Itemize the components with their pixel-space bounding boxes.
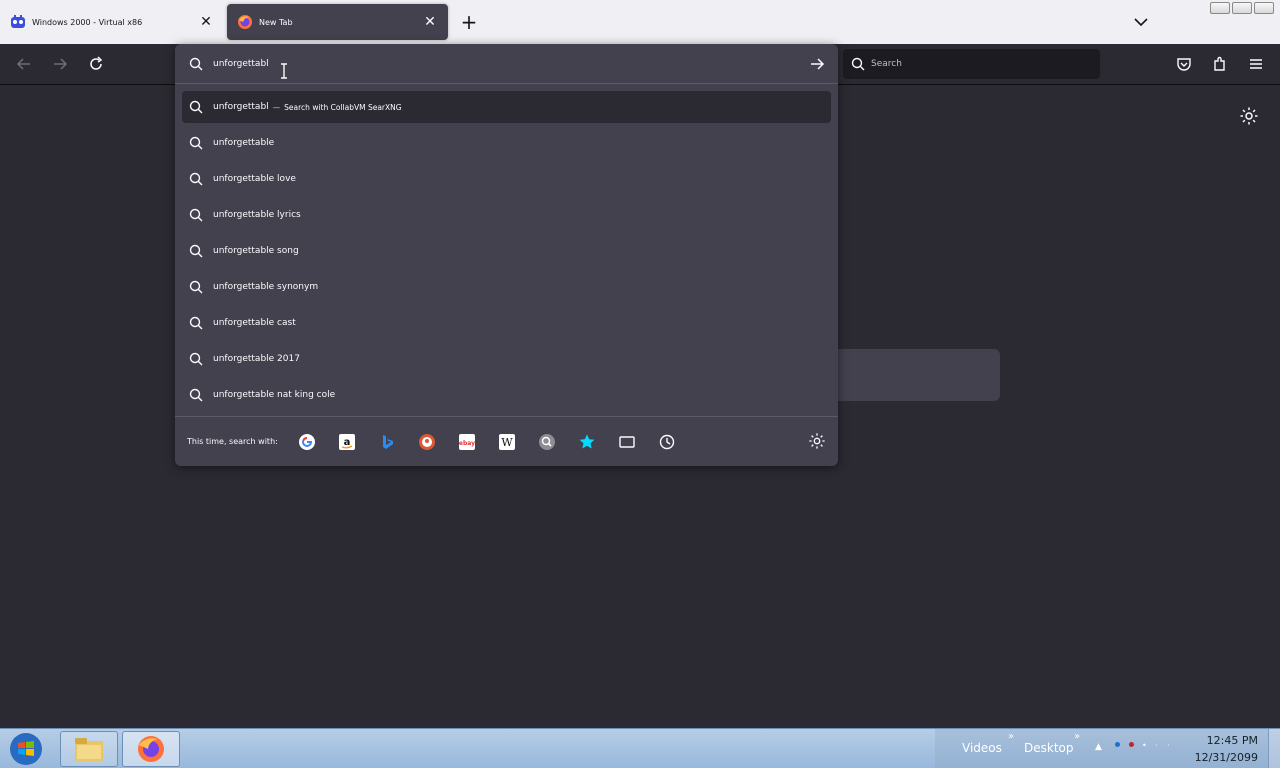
suggestion-engine-label: Search with CollabVM SearXNG	[284, 102, 402, 112]
firefox-icon	[138, 736, 164, 762]
history-icon[interactable]	[657, 432, 677, 452]
show-desktop-button[interactable]	[1268, 729, 1280, 768]
search-settings-gear-icon[interactable]	[808, 432, 826, 454]
suggestion-item[interactable]: unforgettable synonym	[182, 271, 831, 303]
menu-hamburger-icon[interactable]	[1246, 54, 1266, 74]
search-icon	[851, 57, 865, 71]
clock-date[interactable]: 12/31/2099	[1195, 751, 1258, 764]
search-icon	[189, 172, 203, 186]
suggestion-text: unforgettable 2017	[213, 354, 300, 364]
suggestion-text: unforgettable	[213, 138, 275, 148]
toolbar-expand-icon[interactable]: »	[1008, 731, 1014, 742]
suggestion-text: unforgettable lyrics	[213, 210, 301, 220]
tab-strip: Windows 2000 - Virtual x86 ✕ New Tab ✕ +	[0, 0, 1280, 44]
suggestion-item[interactable]: unforgettable 2017	[182, 343, 831, 375]
show-hidden-icons-icon[interactable]: ▲	[1095, 742, 1102, 752]
go-arrow-icon[interactable]	[808, 55, 826, 73]
tab-windows-2000[interactable]: Windows 2000 - Virtual x86 ✕	[0, 4, 224, 40]
one-off-search-bar: This time, search with: a ebay W	[175, 416, 838, 466]
google-icon[interactable]	[297, 432, 317, 452]
tray-network-icon[interactable]	[1115, 742, 1120, 747]
search-icon	[189, 57, 203, 70]
bookmarks-icon[interactable]	[577, 432, 597, 452]
search-icon	[189, 208, 203, 222]
tray-flag-icon[interactable]: ·	[1167, 741, 1170, 750]
reload-icon[interactable]	[86, 54, 106, 74]
newtab-search-card	[838, 349, 1000, 401]
window-controls	[1210, 2, 1274, 14]
suggestion-separator: —	[272, 102, 281, 112]
svg-text:W: W	[501, 436, 513, 449]
newtab-settings-gear-icon[interactable]	[1239, 106, 1259, 126]
ebay-icon[interactable]: ebay	[457, 432, 477, 452]
suggestion-text: unforgettable cast	[213, 318, 296, 328]
tab-title: New Tab	[259, 17, 293, 27]
wikipedia-icon[interactable]: W	[497, 432, 517, 452]
close-tab-icon[interactable]: ✕	[422, 14, 438, 30]
tray-alert-icon[interactable]	[1129, 742, 1134, 747]
tray-power-icon[interactable]: ·	[1155, 741, 1158, 750]
svg-text:ebay: ebay	[459, 440, 475, 447]
suggestion-item[interactable]: unforgettable song	[182, 235, 831, 267]
windows-logo-icon	[10, 733, 42, 765]
extensions-puzzle-icon[interactable]	[1210, 54, 1230, 74]
notification-area: Videos » Desktop » ▲ • · · 12:45 PM 12/3…	[935, 729, 1280, 768]
taskbar-firefox-button[interactable]	[122, 731, 180, 767]
toolbar-videos[interactable]: Videos	[962, 741, 1002, 755]
clock-time[interactable]: 12:45 PM	[1207, 734, 1258, 747]
suggestion-item[interactable]: unforgettable love	[182, 163, 831, 195]
searxng-icon[interactable]	[537, 432, 557, 452]
suggestion-text: unforgettable nat king cole	[213, 390, 336, 400]
toolbar-expand-icon[interactable]: »	[1074, 731, 1080, 742]
collabvm-favicon-icon	[10, 14, 26, 30]
svg-text:a: a	[344, 437, 351, 448]
search-icon	[189, 352, 203, 366]
url-input-value: unforgettabl	[213, 58, 269, 69]
suggestion-item[interactable]: unforgettable cast	[182, 307, 831, 339]
close-window-button[interactable]	[1254, 2, 1274, 14]
start-button[interactable]	[4, 731, 48, 767]
tab-new-tab[interactable]: New Tab ✕	[227, 4, 448, 40]
suggestion-text: unforgettable song	[213, 246, 299, 256]
list-all-tabs-chevron-down-icon[interactable]	[1131, 12, 1151, 32]
suggestion-search-engine[interactable]: unforgettabl — Search with CollabVM Sear…	[182, 91, 831, 123]
suggestion-text: unforgettabl	[213, 102, 269, 112]
suggestion-text: unforgettable love	[213, 174, 296, 184]
url-input[interactable]: unforgettabl	[175, 44, 838, 84]
back-arrow-icon[interactable]	[14, 54, 34, 74]
minimize-button[interactable]	[1210, 2, 1230, 14]
pocket-icon[interactable]	[1174, 54, 1194, 74]
one-off-label: This time, search with:	[187, 437, 278, 446]
firefox-favicon-icon	[237, 14, 253, 30]
search-icon	[189, 388, 203, 402]
close-tab-icon[interactable]: ✕	[198, 14, 214, 30]
search-icon	[189, 244, 203, 258]
search-icon	[189, 136, 203, 150]
search-icon	[189, 316, 203, 330]
windows-taskbar: Videos » Desktop » ▲ • · · 12:45 PM 12/3…	[0, 728, 1280, 768]
search-placeholder: Search	[871, 59, 902, 69]
text-cursor-icon	[279, 63, 289, 83]
forward-arrow-icon[interactable]	[50, 54, 70, 74]
search-icon	[189, 100, 203, 114]
new-tab-button[interactable]: +	[459, 12, 479, 32]
suggestion-text: unforgettable synonym	[213, 282, 319, 292]
taskbar-explorer-button[interactable]	[60, 731, 118, 767]
amazon-icon[interactable]: a	[337, 432, 357, 452]
suggestion-item[interactable]: unforgettable	[182, 127, 831, 159]
suggestion-item[interactable]: unforgettable lyrics	[182, 199, 831, 231]
suggestion-item[interactable]: unforgettable nat king cole	[182, 379, 831, 411]
tabs-icon[interactable]	[617, 432, 637, 452]
folder-icon	[75, 738, 103, 761]
search-icon	[189, 280, 203, 294]
tab-title: Windows 2000 - Virtual x86	[32, 17, 143, 27]
toolbar-desktop[interactable]: Desktop	[1024, 741, 1074, 755]
bing-icon[interactable]	[377, 432, 397, 452]
duckduckgo-icon[interactable]	[417, 432, 437, 452]
restore-button[interactable]	[1232, 2, 1252, 14]
tray-volume-icon[interactable]: •	[1142, 741, 1147, 750]
urlbar-dropdown: unforgettabl unforgettabl — Search with …	[175, 44, 838, 466]
search-input[interactable]: Search	[843, 49, 1100, 79]
